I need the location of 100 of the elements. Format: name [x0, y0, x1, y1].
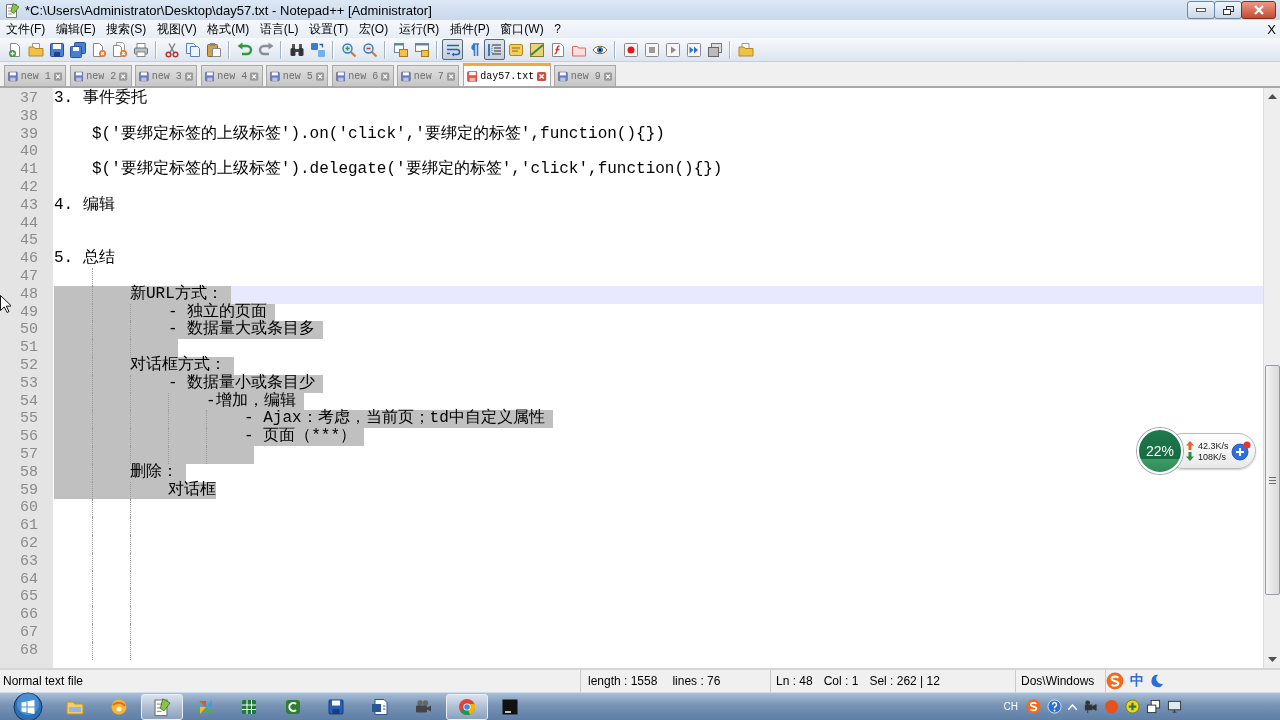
line-number: 62 — [20, 534, 38, 552]
document-tab[interactable]: new 2 — [69, 65, 132, 86]
line-number: 51 — [20, 339, 38, 357]
stacked-windows-icon[interactable] — [1146, 699, 1161, 714]
line-number: 65 — [20, 588, 38, 606]
restore-button[interactable] — [1214, 1, 1242, 19]
plus-icon[interactable] — [1231, 441, 1251, 461]
menu-item[interactable]: 搜索(S) — [106, 20, 147, 38]
upload-speed-text: 42.3K/s — [1198, 440, 1229, 451]
up-arrow-icon[interactable] — [1267, 94, 1277, 99]
menu-item[interactable]: 插件(P) — [449, 20, 490, 38]
caret-line-text: Ln : 48 — [776, 674, 813, 688]
close-icon[interactable] — [315, 70, 324, 82]
line-number: 48 — [20, 285, 38, 303]
document-tab[interactable]: new 3 — [135, 65, 197, 86]
close-icon — [1253, 5, 1264, 15]
line-number: 44 — [20, 214, 38, 232]
line-number: 53 — [20, 374, 38, 392]
line-number: 66 — [20, 606, 38, 624]
line-number: 55 — [20, 410, 38, 428]
line-number: 60 — [20, 499, 38, 517]
document-tab[interactable]: day57.txt — [462, 63, 551, 86]
document-tab[interactable]: new 7 — [397, 65, 459, 86]
menu-item[interactable]: 设置(T) — [309, 20, 349, 38]
mouse-pointer-icon — [0, 295, 11, 313]
line-number: 59 — [20, 481, 38, 499]
menu-item[interactable]: 运行(R) — [398, 20, 440, 38]
close-button[interactable] — [1241, 1, 1276, 19]
close-icon[interactable] — [250, 70, 259, 82]
moon-icon[interactable] — [1150, 674, 1164, 688]
menu-item[interactable]: 窗口(W) — [500, 20, 544, 38]
document-length-text: length : 1558 — [588, 674, 658, 688]
close-document-button[interactable]: X — [1267, 21, 1276, 37]
line-number: 68 — [20, 641, 38, 659]
document-tab[interactable]: new 1 — [4, 65, 66, 86]
document-icon[interactable] — [369, 696, 390, 717]
restore-icon — [1222, 5, 1234, 15]
code-line: 3. 事件委托 — [54, 90, 147, 108]
start-button[interactable] — [13, 691, 43, 720]
line-number: 46 — [20, 250, 38, 268]
menu-item[interactable]: 语言(L) — [259, 20, 299, 38]
menu-item[interactable]: ? — [554, 22, 561, 36]
film-camera-icon[interactable] — [1083, 699, 1098, 714]
menu-item[interactable]: 格式(M) — [207, 20, 250, 38]
download-speed-text: 108K/s — [1198, 451, 1227, 462]
line-number: 58 — [20, 463, 38, 481]
document-tab[interactable]: new 6 — [331, 65, 394, 86]
record-dot-icon[interactable] — [1104, 699, 1119, 714]
notepad-icon[interactable] — [152, 696, 172, 717]
caret-column-text: Col : 1 — [823, 674, 859, 688]
selection-info-text: Sel : 262 | 12 — [869, 674, 940, 688]
line-number: 67 — [20, 623, 38, 641]
document-tab[interactable]: new 4 — [200, 65, 263, 86]
close-icon[interactable] — [603, 70, 612, 82]
menu-item[interactable]: 视图(V) — [156, 20, 197, 38]
line-number: 64 — [20, 570, 38, 588]
close-icon[interactable] — [184, 70, 193, 82]
minimize-button[interactable] — [1187, 1, 1215, 19]
line-number: 41 — [20, 161, 38, 179]
ime-logo-icon[interactable] — [1106, 672, 1124, 690]
help-icon[interactable] — [1047, 699, 1062, 714]
line-ending-text: Dos\Windows — [1021, 674, 1095, 688]
line-number: 37 — [20, 90, 38, 107]
line-number: 38 — [20, 107, 38, 125]
menu-item[interactable]: 文件(F) — [6, 20, 46, 38]
line-number: 40 — [20, 143, 38, 161]
window-title: *C:\Users\Administrator\Desktop\day57.txt - Notepad++ [Administrator] — [25, 2, 432, 18]
upload-arrow-icon — [1186, 441, 1194, 450]
code-line: $('要绑定标签的上级标签').on('click','要绑定的标签',function(){}) — [92, 125, 665, 144]
browser-icon[interactable] — [456, 696, 477, 717]
input-mode-indicator[interactable]: 中 — [1130, 672, 1144, 690]
close-icon[interactable] — [381, 70, 390, 82]
monitor-icon[interactable] — [1167, 699, 1182, 714]
line-number: 39 — [20, 125, 38, 143]
close-icon[interactable] — [446, 70, 455, 82]
scrollbar-thumb[interactable] — [1264, 365, 1280, 595]
code-line: $('要绑定标签的上级标签').delegate('要绑定的标签','click',function(){}) — [92, 161, 723, 179]
line-number: 57 — [20, 445, 38, 463]
line-number: 61 — [20, 517, 38, 535]
close-icon[interactable] — [53, 70, 62, 82]
menu-item[interactable]: 宏(O) — [358, 20, 389, 38]
document-tab[interactable]: new 9 — [554, 65, 616, 86]
down-arrow-icon[interactable] — [1267, 657, 1277, 662]
line-number: 50 — [20, 321, 38, 339]
document-tab[interactable]: new 5 — [266, 65, 328, 86]
menu-item[interactable]: 编辑(E) — [55, 20, 96, 38]
minimize-icon — [1196, 8, 1206, 12]
line-count-text: lines : 76 — [672, 674, 721, 688]
notepad-icon — [4, 2, 20, 18]
ime-logo-icon[interactable] — [1026, 699, 1041, 714]
file-type-text: Normal text file — [3, 674, 84, 688]
close-icon[interactable] — [537, 70, 547, 82]
plus-icon[interactable] — [1125, 699, 1140, 714]
line-number: 63 — [20, 552, 38, 570]
download-arrow-icon — [1186, 452, 1194, 461]
caret-up-icon[interactable] — [1068, 703, 1077, 710]
close-icon[interactable] — [119, 70, 128, 82]
line-number: 56 — [20, 428, 38, 446]
code-line: 5. 总结 — [54, 250, 115, 268]
line-number: 42 — [20, 179, 38, 196]
